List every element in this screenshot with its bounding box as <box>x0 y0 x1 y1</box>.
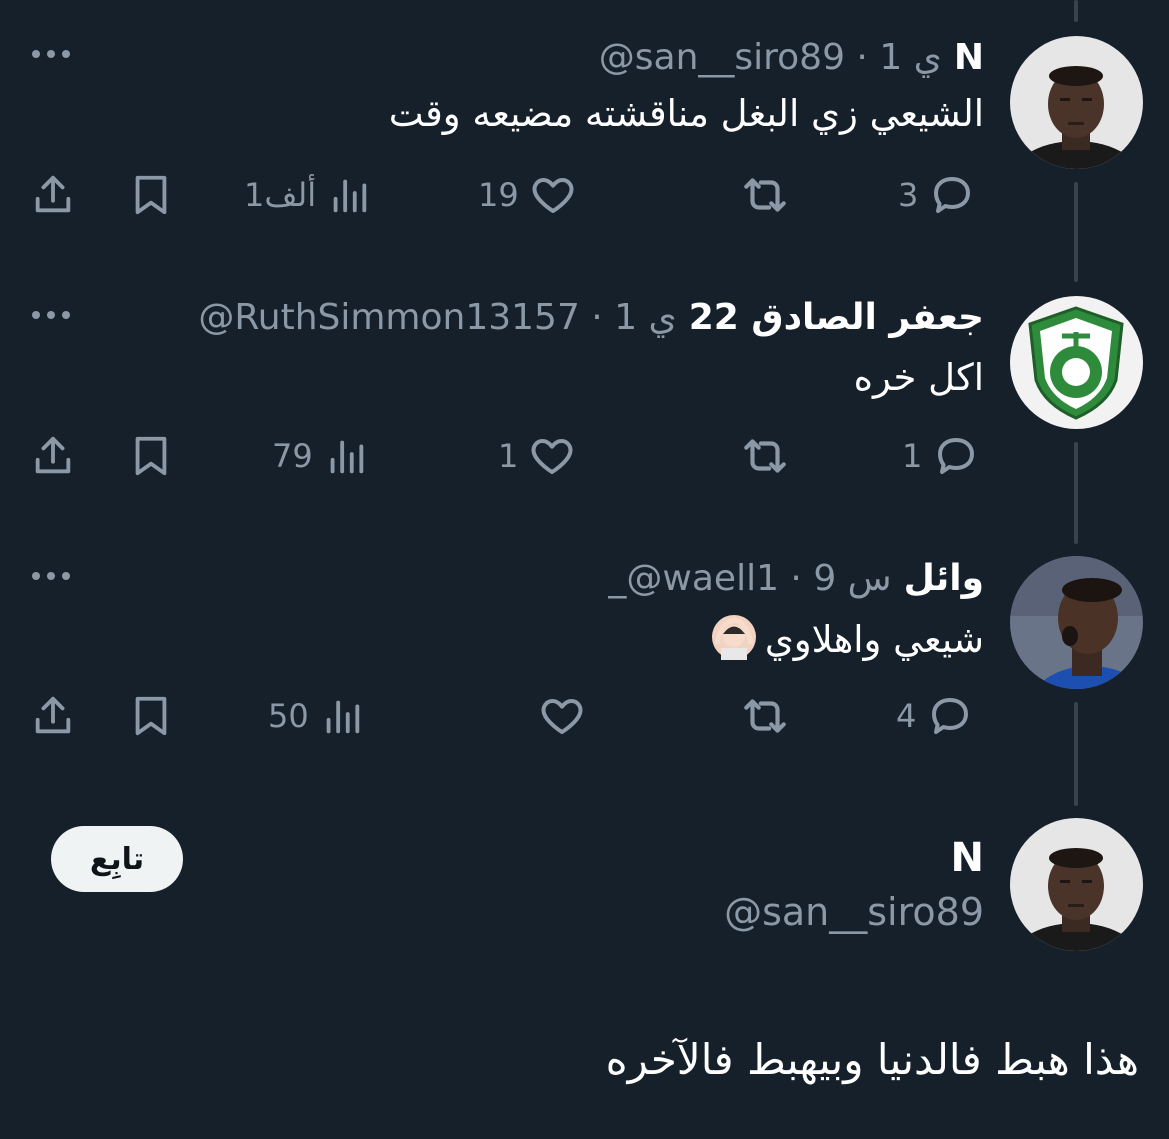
avatar[interactable] <box>1010 296 1143 429</box>
views-count: 50 <box>268 697 309 735</box>
retweet-button[interactable] <box>730 426 790 486</box>
like-icon <box>541 699 583 734</box>
views-icon <box>333 179 367 213</box>
like-button[interactable] <box>528 686 586 746</box>
like-button[interactable]: 19 <box>478 165 577 225</box>
thread-line <box>1074 182 1078 282</box>
avatar[interactable] <box>1010 818 1143 951</box>
views-icon <box>330 440 363 474</box>
views-icon <box>326 700 359 734</box>
action-bar: 50 4 <box>30 686 990 746</box>
avatar[interactable] <box>1010 556 1143 689</box>
retweet-button[interactable] <box>730 686 790 746</box>
reply-header: N @san__siro89 · 1 ي <box>599 32 984 82</box>
author-name[interactable]: جعفر الصادق 22 <box>689 297 984 338</box>
views-count: 1ألف <box>244 176 317 214</box>
share-button[interactable] <box>30 426 76 486</box>
reply-count: 1 <box>902 437 923 475</box>
author-meta: @RuthSimmon13157 · 1 ي <box>198 296 677 338</box>
reply-text: شيعي واهلاوي <box>711 614 984 669</box>
person-gesturing-ok-icon <box>711 614 757 669</box>
bookmark-button[interactable] <box>128 686 174 746</box>
reply-button[interactable]: 1 <box>902 426 980 486</box>
views-count: 79 <box>272 437 313 475</box>
retweet-icon <box>744 699 786 733</box>
main-author-handle[interactable]: @san__siro89 <box>724 890 984 934</box>
like-icon <box>531 439 573 474</box>
follow-button[interactable]: تابِع <box>51 826 183 892</box>
reply-text: اكل خره <box>853 356 984 399</box>
more-icon[interactable] <box>32 311 70 319</box>
views-button[interactable]: 1ألف <box>244 165 372 225</box>
author-name[interactable]: N <box>954 37 984 78</box>
author-meta: @san__siro89 · 1 ي <box>598 36 942 78</box>
reply-count: 3 <box>898 176 919 214</box>
thread-line <box>1074 442 1078 544</box>
main-author-name[interactable]: N <box>951 835 984 881</box>
reply-icon <box>938 438 975 474</box>
action-bar: 79 1 1 <box>30 426 990 486</box>
retweet-icon <box>744 178 786 212</box>
bookmark-button[interactable] <box>128 426 174 486</box>
more-icon[interactable] <box>32 50 70 58</box>
views-button[interactable]: 50 <box>268 686 365 746</box>
bookmark-button[interactable] <box>128 165 174 225</box>
share-icon <box>35 436 71 474</box>
retweet-icon <box>744 439 786 473</box>
action-bar: 1ألف 19 3 <box>30 165 990 225</box>
share-button[interactable] <box>30 686 76 746</box>
main-tweet-text: هذا هبط فالدنيا وبيهبط فالآخره <box>605 1035 1139 1084</box>
reply-header: جعفر الصادق 22 @RuthSimmon13157 · 1 ي <box>198 292 984 342</box>
reply-text: الشيعي زي البغل مناقشته مضيعه وقت <box>388 92 984 135</box>
thread-line <box>1074 0 1078 22</box>
reply-button[interactable]: 4 <box>896 686 974 746</box>
views-button[interactable]: 79 <box>272 426 369 486</box>
bookmark-icon <box>135 696 167 736</box>
like-icon <box>532 178 574 213</box>
author-meta: _@waell1 · 9 س <box>608 557 892 599</box>
thread-line <box>1074 702 1078 806</box>
share-icon <box>35 175 71 213</box>
like-count: 1 <box>498 437 519 475</box>
author-name[interactable]: وائل <box>904 558 984 599</box>
reply-count: 4 <box>896 697 917 735</box>
like-count: 19 <box>478 176 519 214</box>
reply-text-content: شيعي واهلاوي <box>764 618 984 661</box>
share-icon <box>35 696 71 734</box>
retweet-button[interactable] <box>730 165 790 225</box>
reply-icon <box>932 698 969 734</box>
more-icon[interactable] <box>32 572 70 580</box>
reply-icon <box>934 177 971 213</box>
avatar[interactable] <box>1010 36 1143 169</box>
reply-header: وائل _@waell1 · 9 س <box>608 553 984 603</box>
reply-button[interactable]: 3 <box>898 165 976 225</box>
share-button[interactable] <box>30 165 76 225</box>
like-button[interactable]: 1 <box>498 426 576 486</box>
bookmark-icon <box>135 436 167 476</box>
bookmark-icon <box>135 175 167 215</box>
